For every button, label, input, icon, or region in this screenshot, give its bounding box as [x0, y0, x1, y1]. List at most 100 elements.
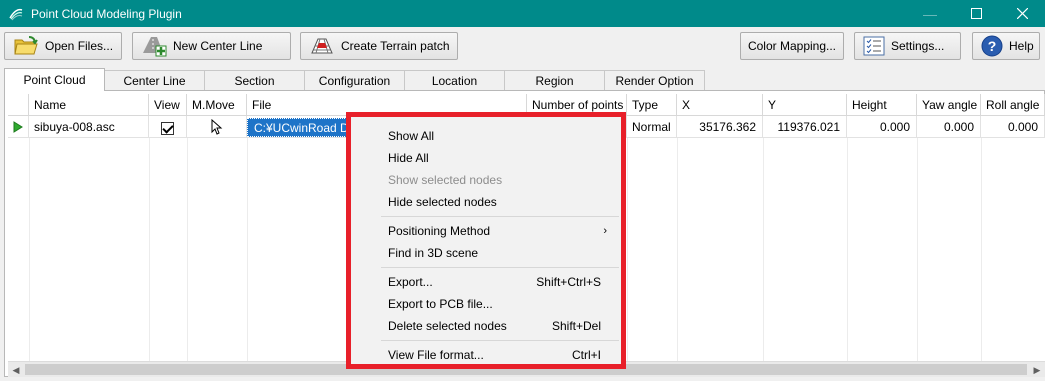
- header-view[interactable]: View: [149, 94, 187, 116]
- maximize-icon: [970, 8, 982, 19]
- column-divider: [627, 138, 628, 361]
- cell-yaw-angle[interactable]: 0.000: [917, 116, 981, 138]
- menu-item-hide-all[interactable]: Hide All: [351, 147, 621, 169]
- column-divider: [981, 138, 982, 361]
- column-divider: [763, 138, 764, 361]
- context-menu: Show All Hide All Show selected nodes Hi…: [346, 112, 626, 369]
- help-icon: ?: [981, 35, 1003, 57]
- tab-location[interactable]: Location: [404, 70, 505, 91]
- window-title: Point Cloud Modeling Plugin: [31, 6, 182, 21]
- menu-item-label: Export to PCB file...: [388, 297, 493, 311]
- close-icon: [1016, 8, 1028, 19]
- svg-text:?: ?: [988, 38, 997, 54]
- close-button[interactable]: [999, 0, 1045, 27]
- menu-shortcut: Ctrl+I: [571, 348, 601, 362]
- menu-item-label: Show selected nodes: [388, 173, 503, 187]
- tab-section[interactable]: Section: [204, 70, 305, 91]
- menu-shortcut: Shift+Ctrl+S: [536, 275, 601, 289]
- cell-mmove[interactable]: [187, 116, 247, 138]
- menu-item-label: Hide selected nodes: [388, 195, 497, 209]
- menu-separator: [381, 340, 619, 341]
- new-center-line-button[interactable]: New Center Line: [132, 32, 291, 60]
- menu-item-export[interactable]: Export... Shift+Ctrl+S: [351, 271, 621, 293]
- menu-item-show-all[interactable]: Show All: [351, 125, 621, 147]
- column-divider: [29, 138, 30, 361]
- column-divider: [247, 138, 248, 361]
- open-files-button[interactable]: Open Files...: [4, 32, 122, 60]
- cell-name[interactable]: sibuya-008.asc: [29, 116, 149, 138]
- header-roll-angle[interactable]: Roll angle: [981, 94, 1045, 116]
- tab-render-option[interactable]: Render Option: [604, 70, 705, 91]
- menu-shortcut: Shift+Del: [551, 319, 601, 333]
- column-divider: [187, 138, 188, 361]
- settings-list-icon: [863, 36, 885, 56]
- cell-y[interactable]: 119376.021: [763, 116, 847, 138]
- header-type[interactable]: Type: [627, 94, 677, 116]
- menu-separator: [381, 267, 619, 268]
- new-center-line-icon: [143, 37, 167, 57]
- cell-height[interactable]: 0.000: [847, 116, 917, 138]
- folder-open-icon: [14, 36, 38, 55]
- column-divider: [847, 138, 848, 361]
- menu-item-label: Export...: [388, 275, 433, 289]
- title-bar: Point Cloud Modeling Plugin —: [0, 0, 1045, 27]
- toolbar: Open Files... New Center Line Create Ter…: [0, 27, 1045, 67]
- header-mmove[interactable]: M.Move: [187, 94, 247, 116]
- settings-button[interactable]: Settings...: [854, 32, 961, 60]
- column-divider: [677, 138, 678, 361]
- settings-label: Settings...: [891, 39, 945, 53]
- menu-item-label: Find in 3D scene: [388, 246, 479, 260]
- cursor-icon: [211, 118, 222, 135]
- cell-x[interactable]: 35176.362: [677, 116, 763, 138]
- row-indicator: [8, 116, 29, 138]
- tab-center-line[interactable]: Center Line: [104, 70, 205, 91]
- menu-item-positioning-method[interactable]: Positioning Method ›: [351, 220, 621, 242]
- cell-type[interactable]: Normal: [627, 116, 677, 138]
- view-checkbox[interactable]: [161, 122, 174, 135]
- column-divider: [149, 138, 150, 361]
- tab-configuration[interactable]: Configuration: [304, 70, 405, 91]
- menu-item-hide-selected-nodes[interactable]: Hide selected nodes: [351, 191, 621, 213]
- menu-item-label: Show All: [388, 129, 435, 143]
- open-files-label: Open Files...: [45, 39, 114, 53]
- minimize-button[interactable]: —: [907, 0, 953, 27]
- app-icon: [9, 8, 23, 20]
- tab-point-cloud[interactable]: Point Cloud: [4, 68, 105, 91]
- help-button[interactable]: ? Help: [972, 32, 1040, 60]
- menu-item-label: Hide All: [388, 151, 429, 165]
- tab-strip: Point Cloud Center Line Section Configur…: [4, 68, 705, 91]
- menu-item-delete-selected-nodes[interactable]: Delete selected nodes Shift+Del: [351, 315, 621, 337]
- color-mapping-label: Color Mapping...: [747, 39, 837, 53]
- terrain-patch-icon: [311, 38, 333, 54]
- plugin-window: Point Cloud Modeling Plugin — Open Files…: [0, 0, 1045, 381]
- submenu-arrow-icon: ›: [603, 225, 607, 237]
- new-center-line-label: New Center Line: [173, 39, 263, 53]
- header-yaw-angle[interactable]: Yaw angle: [917, 94, 981, 116]
- header-height[interactable]: Height: [847, 94, 917, 116]
- header-indicator: [8, 94, 29, 116]
- header-y[interactable]: Y: [763, 94, 847, 116]
- color-mapping-button[interactable]: Color Mapping...: [740, 32, 844, 60]
- menu-separator: [381, 216, 619, 217]
- current-row-arrow-icon: [13, 121, 23, 133]
- cell-roll-angle[interactable]: 0.000: [981, 116, 1045, 138]
- column-divider: [917, 138, 918, 361]
- create-terrain-patch-button[interactable]: Create Terrain patch: [300, 32, 458, 60]
- cell-view[interactable]: [149, 116, 187, 138]
- create-terrain-patch-label: Create Terrain patch: [341, 39, 450, 53]
- menu-item-label: Positioning Method: [388, 224, 491, 238]
- menu-item-label: View File format...: [388, 348, 484, 362]
- maximize-button[interactable]: [953, 0, 999, 27]
- scroll-right-arrow-icon[interactable]: ▶: [1029, 362, 1045, 378]
- scroll-left-arrow-icon[interactable]: ◀: [8, 362, 24, 378]
- header-x[interactable]: X: [677, 94, 763, 116]
- menu-item-label: Delete selected nodes: [388, 319, 507, 333]
- menu-item-show-selected-nodes: Show selected nodes: [351, 169, 621, 191]
- file-cell-editor[interactable]: C:¥UCwinRoad Dat: [247, 118, 347, 137]
- help-label: Help: [1009, 39, 1034, 53]
- menu-item-view-file-format[interactable]: View File format... Ctrl+I: [351, 344, 621, 366]
- menu-item-find-in-3d-scene[interactable]: Find in 3D scene: [351, 242, 621, 264]
- tab-region[interactable]: Region: [504, 70, 605, 91]
- header-name[interactable]: Name: [29, 94, 149, 116]
- menu-item-export-pcb[interactable]: Export to PCB file...: [351, 293, 621, 315]
